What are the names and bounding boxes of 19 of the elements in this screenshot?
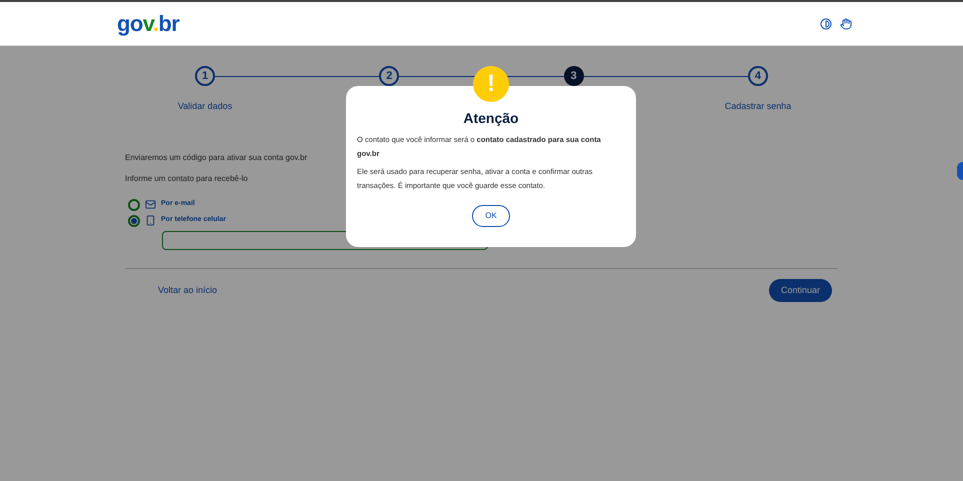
radio-button[interactable] xyxy=(128,214,140,226)
step-number: 1 xyxy=(195,66,215,86)
continue-button[interactable]: Continuar xyxy=(768,278,832,302)
phone-icon xyxy=(145,215,156,226)
step-label: Validar dados xyxy=(178,100,232,113)
ok-button[interactable]: OK xyxy=(472,205,510,227)
dialog-title: Atenção xyxy=(462,109,520,128)
mail-icon xyxy=(145,199,156,210)
radio-button[interactable] xyxy=(128,198,140,210)
step-number: 4 xyxy=(748,66,768,86)
step-label: Cadastrar senha xyxy=(724,100,792,113)
back-link[interactable]: Voltar ao início xyxy=(158,284,218,297)
hand-icon[interactable] xyxy=(840,18,852,30)
contrast-icon[interactable] xyxy=(820,18,832,30)
warning-badge: ! xyxy=(473,66,509,102)
intro-text: Informe um contato para recebê-lo xyxy=(125,172,248,184)
intro-text: Enviaremos um código para ativar sua conta gov.br xyxy=(125,152,308,164)
logo[interactable]: gov.br xyxy=(117,7,180,40)
step-number: 3 xyxy=(564,66,584,86)
